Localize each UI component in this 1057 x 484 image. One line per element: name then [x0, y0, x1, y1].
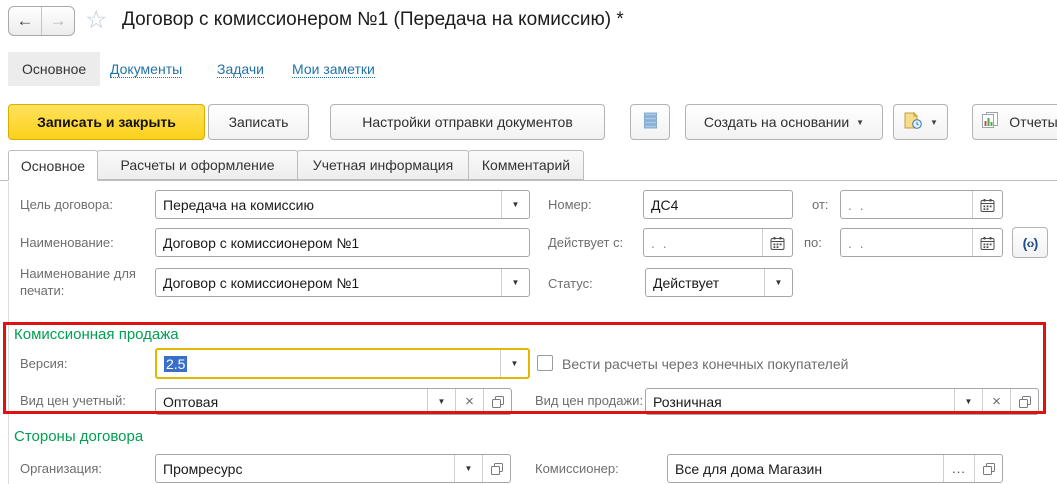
open-icon[interactable] [1010, 389, 1038, 414]
history-nav-buttons: ← → [8, 6, 75, 36]
ellipsis-icon[interactable]: ... [943, 455, 974, 482]
valid-from-input[interactable]: . . [643, 228, 793, 257]
selected-text: 2.5 [164, 356, 187, 372]
number-value[interactable]: ДС4 [644, 191, 792, 218]
open-icon[interactable] [974, 455, 1002, 482]
version-combo[interactable]: 2.5 ▼ [155, 348, 530, 379]
chevron-down-icon[interactable]: ▼ [764, 269, 792, 296]
chevron-down-icon: ▼ [856, 118, 864, 127]
purpose-label: Цель договора: [20, 197, 113, 214]
commission-section-title: Комиссионная продажа [14, 326, 179, 343]
print-name-label: Наименование для печати: [20, 266, 140, 300]
commissioner-value[interactable]: Все для дома Магазин [668, 455, 943, 482]
organization-combo[interactable]: Промресурс ▼ [155, 454, 511, 483]
number-label: Номер: [548, 197, 592, 214]
number-input[interactable]: ДС4 [643, 190, 793, 219]
nav-item-osnovnoe[interactable]: Основное [8, 52, 100, 86]
clear-icon[interactable]: × [455, 389, 483, 414]
tab-osnovnoe[interactable]: Основное [8, 150, 98, 181]
status-combo[interactable]: Действует ▼ [645, 268, 793, 297]
commissioner-field[interactable]: Все для дома Магазин ... [667, 454, 1003, 483]
reports-button[interactable]: Отчеты [972, 104, 1057, 140]
create-based-on-label: Создать на основании [704, 114, 849, 130]
history-icon: (‹›) [1023, 235, 1038, 251]
from-date-value[interactable]: . . [841, 191, 972, 218]
valid-to-label: по: [804, 235, 822, 252]
from-date-input[interactable]: . . [840, 190, 1003, 219]
calendar-icon[interactable] [972, 229, 1002, 256]
price-type-sale-value[interactable]: Розничная [646, 389, 954, 414]
name-input[interactable]: Договор с комиссионером №1 [155, 228, 530, 257]
page-title: Договор с комиссионером №1 (Передача на … [122, 9, 624, 31]
purpose-value[interactable]: Передача на комиссию [156, 191, 501, 218]
chevron-down-icon[interactable]: ▼ [501, 191, 529, 218]
end-customers-checkbox[interactable] [537, 355, 553, 371]
reports-label: Отчеты [1009, 114, 1057, 130]
price-type-account-combo[interactable]: Оптовая ▼ × [155, 388, 512, 415]
chevron-down-icon[interactable]: ▼ [427, 389, 455, 414]
name-value[interactable]: Договор с комиссионером №1 [156, 229, 529, 256]
create-based-on-button[interactable]: Создать на основании ▼ [685, 104, 883, 140]
end-customers-checkbox-label: Вести расчеты через конечных покупателей [562, 356, 848, 372]
commissioner-label: Комиссионер: [535, 461, 619, 478]
version-label: Версия: [20, 356, 68, 373]
chevron-down-icon[interactable]: ▼ [500, 350, 528, 377]
chevron-down-icon[interactable]: ▼ [454, 455, 482, 482]
reminder-icon [903, 112, 923, 132]
valid-from-label: Действует с: [548, 235, 623, 252]
structure-icon [644, 112, 657, 133]
validity-history-button[interactable]: (‹›) [1012, 227, 1048, 258]
structure-button[interactable] [630, 104, 670, 140]
calendar-icon[interactable] [972, 191, 1002, 218]
print-name-value[interactable]: Договор с комиссионером №1 [156, 269, 501, 296]
forward-arrow-icon[interactable]: → [42, 7, 74, 35]
chevron-down-icon[interactable]: ▼ [501, 269, 529, 296]
tab-raschety[interactable]: Расчеты и оформление [97, 150, 298, 180]
status-label: Статус: [548, 276, 593, 293]
purpose-combo[interactable]: Передача на комиссию ▼ [155, 190, 530, 219]
form-left-border [8, 182, 9, 484]
status-value[interactable]: Действует [646, 269, 764, 296]
open-icon[interactable] [483, 389, 511, 414]
calendar-icon[interactable] [762, 229, 792, 256]
nav-link-notes[interactable]: Мои заметки [292, 61, 375, 78]
document-send-settings-button[interactable]: Настройки отправки документов [330, 104, 605, 140]
tab-kommentariy[interactable]: Комментарий [468, 150, 584, 180]
tab-uchetnaya[interactable]: Учетная информация [297, 150, 469, 180]
reminder-button[interactable]: ▼ [893, 104, 948, 140]
favorite-star-icon[interactable]: ☆ [85, 5, 107, 35]
chevron-down-icon[interactable]: ▼ [954, 389, 982, 414]
print-name-combo[interactable]: Договор с комиссионером №1 ▼ [155, 268, 530, 297]
price-type-account-value[interactable]: Оптовая [156, 389, 427, 414]
name-label: Наименование: [20, 235, 114, 252]
valid-to-value[interactable]: . . [841, 229, 972, 256]
valid-to-input[interactable]: . . [840, 228, 1003, 257]
open-icon[interactable] [482, 455, 510, 482]
clear-icon[interactable]: × [982, 389, 1010, 414]
reports-icon [981, 112, 1002, 132]
price-type-sale-combo[interactable]: Розничная ▼ × [645, 388, 1039, 415]
from-date-label: от: [812, 197, 829, 214]
nav-link-documents[interactable]: Документы [110, 61, 182, 78]
parties-section-title: Стороны договора [14, 428, 143, 445]
back-arrow-icon[interactable]: ← [9, 7, 42, 35]
organization-value[interactable]: Промресурс [156, 455, 454, 482]
nav-link-tasks[interactable]: Задачи [217, 61, 264, 78]
organization-label: Организация: [20, 461, 102, 478]
version-value[interactable]: 2.5 [157, 350, 500, 377]
price-type-sale-label: Вид цен продажи: [535, 393, 643, 410]
chevron-down-icon: ▼ [930, 118, 938, 127]
valid-from-value[interactable]: . . [644, 229, 762, 256]
price-type-account-label: Вид цен учетный: [20, 393, 126, 410]
save-button[interactable]: Записать [208, 104, 309, 140]
save-and-close-button[interactable]: Записать и закрыть [8, 104, 205, 140]
tab-strip-divider [0, 180, 1057, 181]
